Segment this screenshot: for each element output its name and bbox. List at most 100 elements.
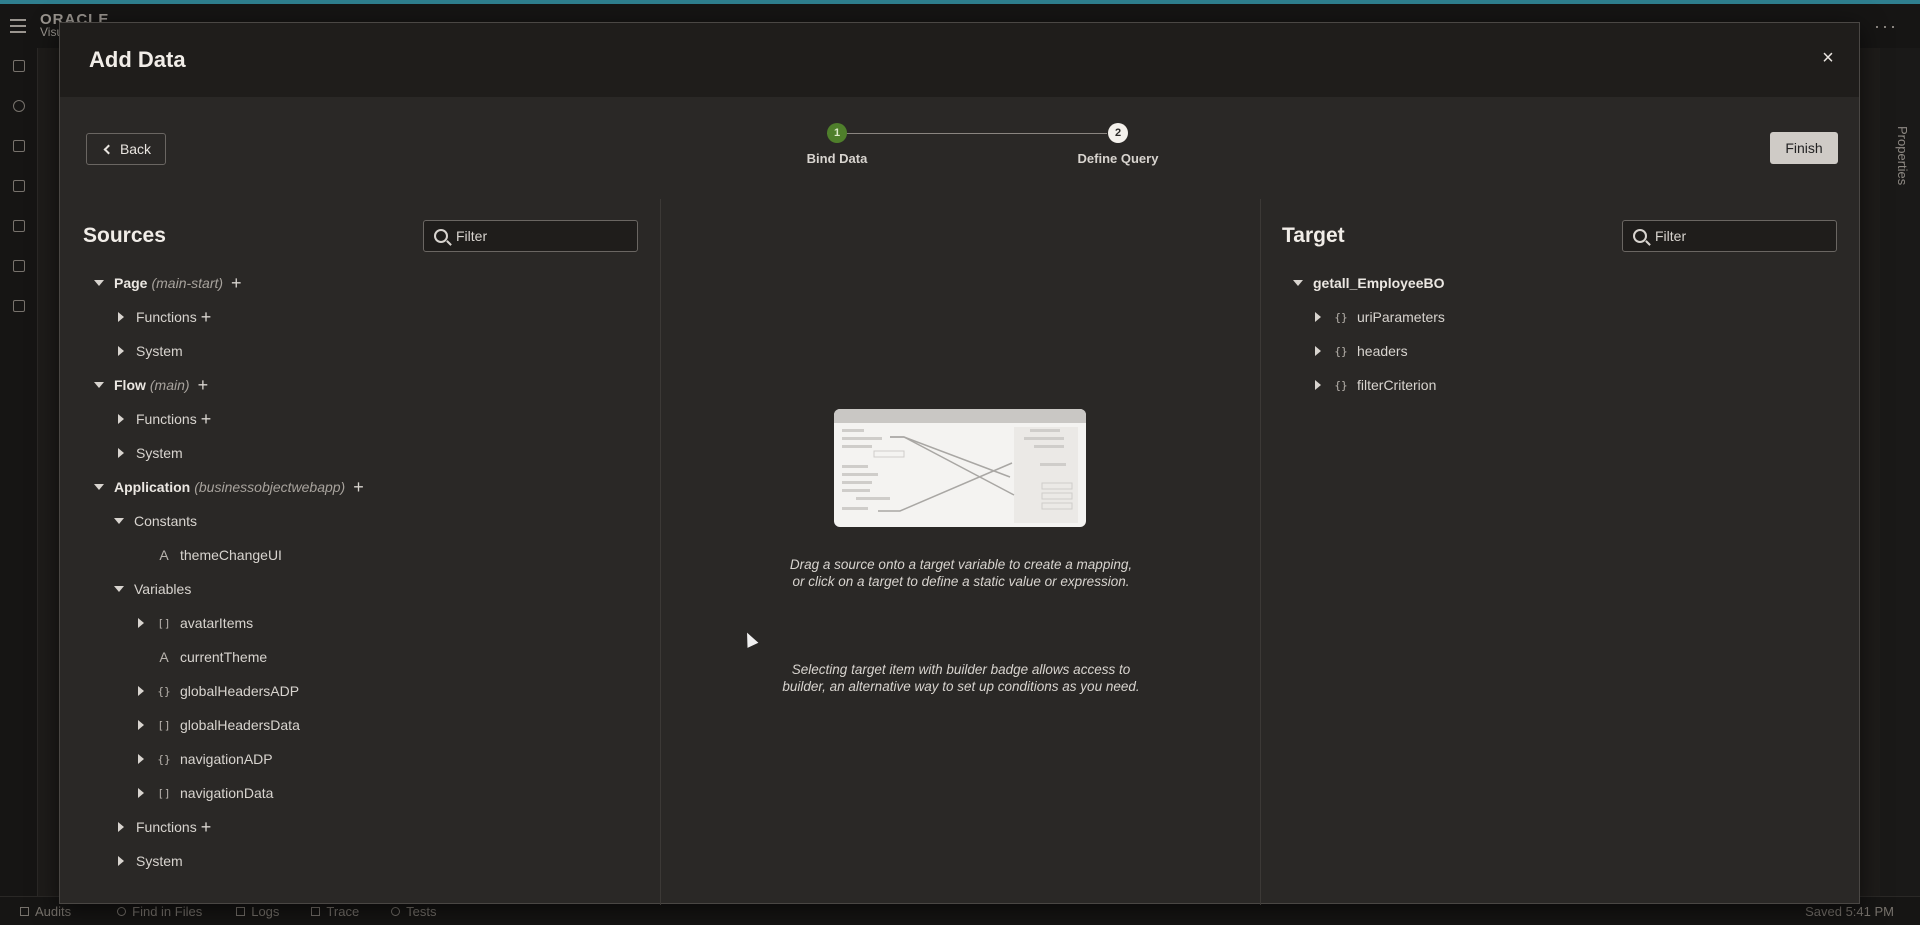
find-label: Find in Files	[132, 903, 203, 919]
item-label: avatarItems	[180, 615, 254, 631]
sources-filter[interactable]	[423, 220, 638, 252]
trace-tab[interactable]: Trace	[311, 904, 359, 919]
more-icon[interactable]: ···	[1874, 16, 1898, 37]
tree-item[interactable]: {} filterCriterion	[1313, 375, 1436, 395]
variables-label: Variables	[134, 581, 192, 597]
hint-line-3: Selecting target item with builder badge…	[791, 662, 1131, 677]
target-title: Target	[1282, 224, 1345, 247]
object-type-icon: {}	[1334, 310, 1348, 324]
collapsed-caret-icon[interactable]	[118, 856, 124, 866]
add-page-function-icon[interactable]: +	[201, 308, 212, 326]
expanded-caret-icon[interactable]	[94, 280, 104, 286]
collapsed-caret-icon[interactable]	[118, 346, 124, 356]
flows-icon[interactable]	[13, 100, 25, 112]
tree-app-constants[interactable]: Constants	[114, 511, 197, 531]
tree-item[interactable]: {} globalHeadersADP	[136, 681, 299, 701]
add-page-variable-icon[interactable]: +	[231, 274, 242, 292]
tree-app-functions[interactable]: Functions +	[116, 817, 211, 837]
collapsed-caret-icon[interactable]	[138, 720, 144, 730]
pages-icon[interactable]	[13, 60, 25, 72]
back-button[interactable]: Back	[86, 133, 166, 165]
collapsed-caret-icon[interactable]	[1315, 312, 1321, 322]
saved-status: Saved 5:41 PM	[1805, 904, 1894, 919]
add-flow-variable-icon[interactable]: +	[198, 376, 209, 394]
item-label: navigationADP	[180, 751, 273, 767]
tree-item[interactable]: [] avatarItems	[136, 613, 253, 633]
dialog-header: Add Data ×	[60, 23, 1859, 97]
tree-page-system[interactable]: System	[116, 341, 183, 361]
step-2-dot: 2	[1108, 123, 1128, 143]
item-label: globalHeadersData	[180, 717, 300, 733]
flow-label: Flow	[114, 377, 146, 393]
expanded-caret-icon[interactable]	[94, 484, 104, 490]
object-type-icon: {}	[157, 684, 171, 698]
find-in-files-tab[interactable]: Find in Files	[117, 904, 202, 919]
collapsed-caret-icon[interactable]	[138, 788, 144, 798]
collapsed-caret-icon[interactable]	[118, 448, 124, 458]
add-data-dialog: Add Data × Back Finish 1 Bind Data 2 Def…	[59, 22, 1860, 905]
step-1-dot: 1	[827, 123, 847, 143]
expanded-caret-icon[interactable]	[94, 382, 104, 388]
properties-tab[interactable]: Properties	[1888, 126, 1910, 196]
application-label: Application	[114, 479, 191, 495]
expanded-caret-icon[interactable]	[1293, 280, 1303, 286]
item-label: globalHeadersADP	[180, 683, 300, 699]
resources-icon[interactable]	[13, 300, 25, 312]
expanded-caret-icon[interactable]	[114, 586, 124, 592]
collapsed-caret-icon[interactable]	[118, 312, 124, 322]
audits-tab[interactable]: Audits	[20, 904, 71, 919]
collapsed-caret-icon[interactable]	[1315, 380, 1321, 390]
events-icon[interactable]	[13, 180, 25, 192]
constants-label: Constants	[134, 513, 198, 529]
tree-item[interactable]: [] navigationData	[136, 783, 273, 803]
components-icon[interactable]	[13, 260, 25, 272]
tree-item[interactable]: {} navigationADP	[136, 749, 273, 769]
close-icon[interactable]: ×	[1817, 48, 1839, 70]
mapping-illustration	[834, 409, 1086, 527]
data-icon[interactable]	[13, 140, 25, 152]
hamburger-menu-icon[interactable]	[0, 4, 36, 48]
security-icon[interactable]	[13, 220, 25, 232]
column-divider-right	[1260, 199, 1261, 905]
logs-label: Logs	[251, 903, 280, 919]
back-label: Back	[119, 141, 152, 157]
tree-app-system[interactable]: System	[116, 851, 183, 871]
tree-flow[interactable]: Flow (main) +	[94, 375, 208, 395]
item-label: headers	[1357, 343, 1408, 359]
collapsed-caret-icon[interactable]	[138, 754, 144, 764]
flow-functions-label: Functions	[136, 411, 197, 427]
step-define-query[interactable]: 2 Define Query	[1068, 123, 1168, 166]
tree-page[interactable]: Page (main-start) +	[94, 273, 242, 293]
collapsed-caret-icon[interactable]	[1315, 346, 1321, 356]
logs-tab[interactable]: Logs	[236, 904, 279, 919]
tests-tab[interactable]: Tests	[391, 904, 437, 919]
target-filter[interactable]	[1622, 220, 1837, 252]
collapsed-caret-icon[interactable]	[118, 414, 124, 424]
expanded-caret-icon[interactable]	[114, 518, 124, 524]
tree-application[interactable]: Application (businessobjectwebapp) +	[94, 477, 364, 497]
item-label: uriParameters	[1357, 309, 1445, 325]
sources-filter-input[interactable]	[456, 228, 626, 244]
tree-page-functions[interactable]: Functions +	[116, 307, 211, 327]
tree-item[interactable]: A currentTheme	[156, 647, 267, 667]
collapsed-caret-icon[interactable]	[138, 686, 144, 696]
finish-button[interactable]: Finish	[1770, 132, 1838, 164]
tree-flow-functions[interactable]: Functions +	[116, 409, 211, 429]
step-bind-data[interactable]: 1 Bind Data	[798, 123, 876, 166]
hint-line-4: builder, an alternative way to set up co…	[782, 679, 1140, 694]
app-functions-label: Functions	[136, 819, 197, 835]
collapsed-caret-icon[interactable]	[138, 618, 144, 628]
tree-app-variables[interactable]: Variables	[114, 579, 191, 599]
target-filter-input[interactable]	[1655, 228, 1825, 244]
tree-item[interactable]: {} headers	[1313, 341, 1408, 361]
tree-item[interactable]: [] globalHeadersData	[136, 715, 300, 735]
collapsed-caret-icon[interactable]	[118, 822, 124, 832]
add-flow-function-icon[interactable]: +	[201, 410, 212, 428]
tree-item[interactable]: {} uriParameters	[1313, 307, 1445, 327]
tree-item[interactable]: A themeChangeUI	[156, 545, 282, 565]
tree-flow-system[interactable]: System	[116, 443, 183, 463]
add-app-function-icon[interactable]: +	[201, 818, 212, 836]
tree-target-root[interactable]: getall_EmployeeBO	[1293, 273, 1445, 293]
add-app-variable-icon[interactable]: +	[353, 478, 364, 496]
item-label: themeChangeUI	[180, 547, 282, 563]
